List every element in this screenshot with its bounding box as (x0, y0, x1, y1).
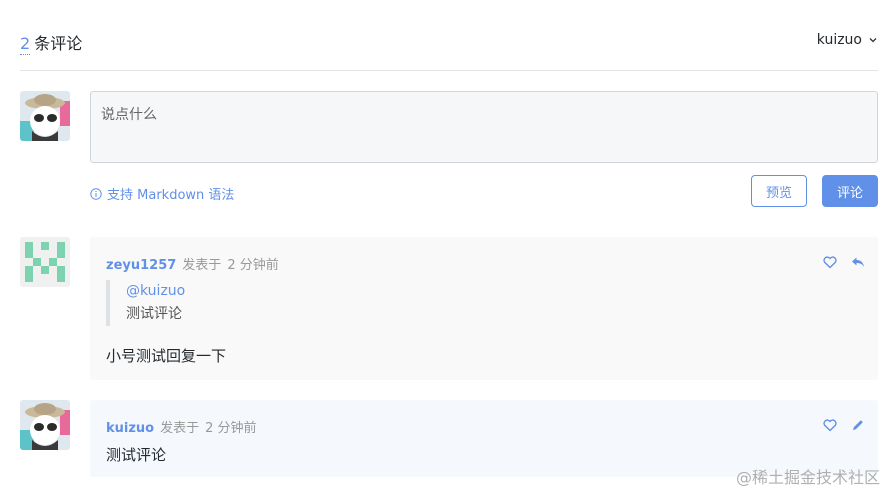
quoted-comment: @kuizuo 测试评论 (106, 280, 185, 326)
markdown-hint-link[interactable]: 支持 Markdown 语法 (90, 184, 234, 203)
comment-item: zeyu1257 发表于 2 分钟前 @kuizuo 测试评论 小号测试回复一下 (90, 237, 878, 380)
edit-icon[interactable] (850, 417, 866, 433)
comment-count-label: 条评论 (34, 34, 83, 53)
info-icon (90, 187, 102, 200)
user-menu[interactable]: kuizuo (817, 32, 878, 48)
reply-icon[interactable] (850, 254, 866, 270)
markdown-hint-label: 支持 Markdown 语法 (107, 188, 235, 203)
preview-button[interactable]: 预览 (751, 175, 807, 207)
current-user-avatar (20, 91, 70, 141)
quote-text: 测试评论 (126, 306, 182, 322)
comment-count: 2 条评论 (20, 30, 83, 55)
comment-avatar-kuizuo (20, 400, 70, 450)
heart-icon[interactable] (822, 254, 838, 270)
comment-avatar-zeyu1257 (20, 237, 70, 287)
comments-header: 2 条评论 kuizuo (20, 30, 878, 55)
comment-time: 2 分钟前 (227, 258, 279, 273)
comment-count-number: 2 (20, 34, 31, 55)
heart-icon[interactable] (822, 417, 838, 433)
comment-meta: zeyu1257 发表于 2 分钟前 (106, 254, 279, 273)
username: kuizuo (816, 32, 862, 48)
comment-meta: kuizuo 发表于 2 分钟前 (106, 417, 257, 436)
quote-mention[interactable]: @kuizuo (126, 280, 185, 303)
comment-textarea[interactable]: 说点什么 (90, 91, 878, 163)
comment-text: 测试评论 (106, 446, 167, 464)
comment-author[interactable]: kuizuo (106, 421, 154, 436)
chevron-down-icon (869, 38, 877, 43)
comment-textarea-placeholder: 说点什么 (101, 107, 157, 123)
comment-actions (822, 254, 866, 270)
watermark: @稀土掘金技术社区 (735, 468, 880, 487)
comment-actions (822, 417, 866, 433)
posted-label: 发表于 (182, 258, 222, 273)
comment-text: 小号测试回复一下 (106, 347, 227, 365)
comment-author[interactable]: zeyu1257 (106, 258, 176, 273)
submit-comment-button[interactable]: 评论 (822, 175, 878, 207)
header-divider (20, 70, 878, 71)
posted-label: 发表于 (160, 421, 200, 436)
comment-time: 2 分钟前 (205, 421, 257, 436)
